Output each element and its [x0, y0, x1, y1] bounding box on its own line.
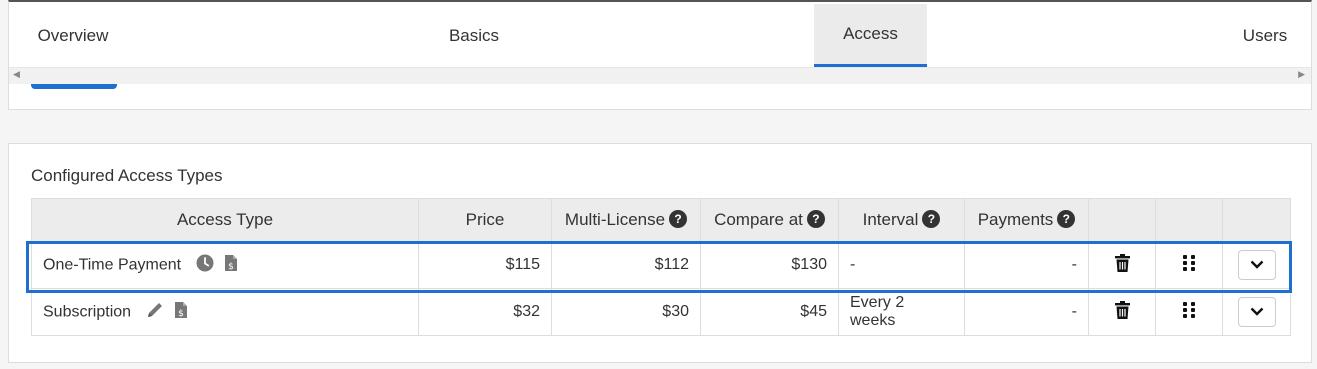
tab-users[interactable]: Users — [1219, 4, 1311, 67]
chevron-down-icon — [1250, 307, 1263, 316]
trash-icon[interactable] — [1114, 253, 1130, 277]
interval-cell: Every 2 weeks — [838, 288, 965, 336]
clock-icon — [196, 254, 214, 277]
expand-cell — [1222, 241, 1291, 289]
invoice-dollar-icon: $ — [224, 254, 238, 277]
svg-text:$: $ — [178, 309, 184, 319]
multi-license-cell: $30 — [551, 288, 701, 336]
access-types-table: Access Type Price Multi-License? Compare… — [31, 198, 1291, 336]
tabs-card: Overview Basics Access Users ◀ ▶ — [8, 0, 1312, 110]
access-type-cell: One-Time Payment $ — [31, 241, 419, 289]
help-icon[interactable]: ? — [806, 210, 825, 228]
pencil-icon — [146, 301, 164, 324]
expand-cell — [1222, 288, 1291, 336]
col-payments: Payments? — [964, 198, 1089, 242]
section-title: Configured Access Types — [31, 166, 223, 185]
scroll-left-icon[interactable]: ◀ — [13, 69, 20, 80]
table-row[interactable]: One-Time Payment $ $115 $112 $130 - - — [31, 241, 1291, 289]
access-type-cell: Subscription $ — [31, 288, 419, 336]
table-header-row: Access Type Price Multi-License? Compare… — [31, 198, 1291, 242]
primary-button-partial[interactable] — [31, 84, 117, 89]
help-icon[interactable]: ? — [922, 210, 941, 228]
tab-bar: Overview Basics Access Users — [9, 4, 1311, 67]
tab-scrollbar[interactable]: ◀ ▶ — [9, 67, 1311, 84]
configured-access-card: Configured Access Types Access Type Pric… — [8, 143, 1312, 363]
price-cell: $32 — [418, 288, 552, 336]
drag-handle-icon[interactable] — [1183, 254, 1195, 276]
interval-cell: - — [838, 241, 965, 289]
price-cell: $115 — [418, 241, 552, 289]
col-price: Price — [418, 198, 552, 242]
col-delete — [1088, 198, 1156, 242]
tab-access[interactable]: Access — [814, 4, 927, 67]
drag-cell — [1155, 241, 1223, 289]
payments-cell: - — [964, 241, 1089, 289]
delete-cell — [1088, 288, 1156, 336]
svg-text:$: $ — [228, 262, 234, 272]
scroll-right-icon[interactable]: ▶ — [1298, 69, 1305, 80]
col-expand — [1222, 198, 1291, 242]
col-interval: Interval? — [838, 198, 965, 242]
expand-row-button[interactable] — [1237, 250, 1276, 280]
help-icon[interactable]: ? — [669, 210, 688, 228]
compare-at-cell: $45 — [700, 288, 839, 336]
tab-overview[interactable]: Overview — [9, 4, 137, 67]
delete-cell — [1088, 241, 1156, 289]
expand-row-button[interactable] — [1237, 297, 1276, 327]
compare-at-cell: $130 — [700, 241, 839, 289]
tab-basics[interactable]: Basics — [419, 4, 529, 67]
chevron-down-icon — [1250, 260, 1263, 269]
drag-handle-icon[interactable] — [1183, 301, 1195, 323]
drag-cell — [1155, 288, 1223, 336]
col-multi-license: Multi-License? — [551, 198, 701, 242]
col-compare-at: Compare at? — [700, 198, 839, 242]
multi-license-cell: $112 — [551, 241, 701, 289]
payments-cell: - — [964, 288, 1089, 336]
col-access-type: Access Type — [31, 198, 419, 242]
help-icon[interactable]: ? — [1057, 210, 1076, 228]
col-drag — [1155, 198, 1223, 242]
trash-icon[interactable] — [1114, 300, 1130, 324]
table-row[interactable]: Subscription $ $32 $30 $45 Every 2 weeks… — [31, 288, 1291, 336]
invoice-dollar-icon: $ — [174, 301, 188, 324]
